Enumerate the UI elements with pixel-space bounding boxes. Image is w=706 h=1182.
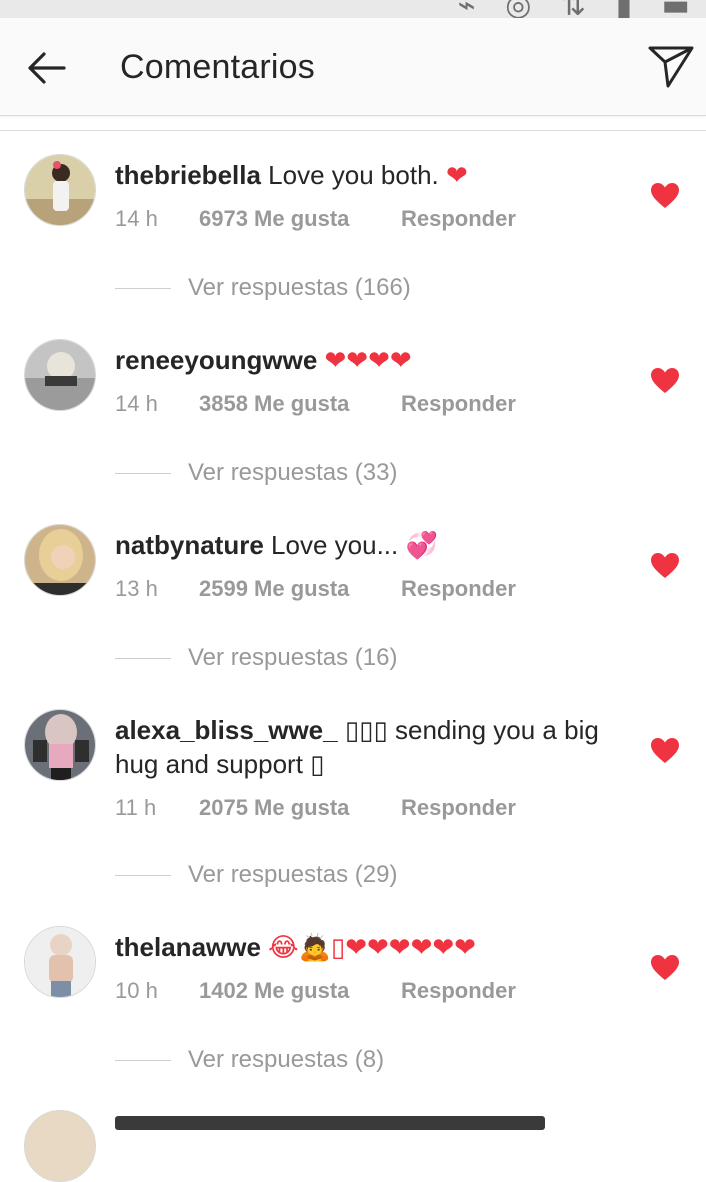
comment-text: reneeyoungwwe ❤❤❤❤ [115,343,615,377]
comment-username[interactable]: alexa_bliss_wwe_ [115,715,338,745]
app-bar: Comentarios [0,18,706,116]
like-button[interactable] [650,367,680,395]
view-replies-label: Ver respuestas (16) [188,644,398,671]
replies-divider [115,1060,171,1061]
comment-emoji: ❤ [445,160,468,190]
comment-emoji: 😂🙇▯❤❤❤❤❤❤ [268,932,476,962]
reply-button[interactable]: Responder [401,576,516,602]
replies-divider [115,473,171,474]
heart-filled-icon [651,738,679,763]
like-button[interactable] [650,737,680,765]
paper-plane-icon [648,46,694,88]
comment-time: 10 h [115,978,158,1003]
page-title: Comentarios [120,48,315,86]
status-bar: ⌁ ◎ ⇅ ▮ ▬ [0,0,706,18]
status-icons: ⌁ ◎ ⇅ ▮ ▬ [457,0,700,18]
share-button[interactable] [646,40,696,90]
replies-divider [115,875,171,876]
reply-button[interactable]: Responder [401,978,516,1004]
reply-button[interactable]: Responder [401,206,516,232]
avatar[interactable] [24,154,96,226]
avatar[interactable] [24,709,96,781]
comment-message: Love you... [271,530,399,560]
comment-likes[interactable]: 3858 Me gusta [199,391,349,417]
reply-button[interactable]: Responder [401,795,516,821]
comment-text: natbynature Love you... 💞 [115,528,615,562]
comment-time: 14 h [115,391,158,416]
comment-likes[interactable]: 1402 Me gusta [199,978,349,1004]
comment-text: thelanawwe 😂🙇▯❤❤❤❤❤❤ [115,930,615,964]
avatar[interactable] [24,524,96,596]
comment-text: alexa_bliss_wwe_ ▯▯▯ sending you a big h… [115,713,615,781]
heart-filled-icon [651,955,679,980]
heart-filled-icon [651,368,679,393]
comment-likes[interactable]: 2599 Me gusta [199,576,349,602]
comment-message: Love you both. [268,160,439,190]
comment-text: thebriebella Love you both. ❤ [115,158,615,192]
avatar[interactable] [24,1110,96,1182]
heart-filled-icon [651,183,679,208]
back-button[interactable] [24,48,70,88]
back-arrow-icon [28,52,66,84]
comment-username[interactable]: natbynature [115,530,264,560]
like-button[interactable] [650,182,680,210]
view-replies-label: Ver respuestas (29) [188,861,398,888]
comment-time: 14 h [115,206,158,231]
comment-username[interactable]: thebriebella [115,160,261,190]
comment-likes[interactable]: 2075 Me gusta [199,795,349,821]
comment-username[interactable]: reneeyoungwwe [115,345,317,375]
reply-button[interactable]: Responder [401,391,516,417]
avatar[interactable] [24,926,96,998]
heart-filled-icon [651,553,679,578]
header-divider [0,130,706,131]
comment-time: 13 h [115,576,158,601]
comment-username[interactable]: thelanawwe [115,932,261,962]
replies-divider [115,288,171,289]
view-replies-label: Ver respuestas (8) [188,1046,385,1073]
like-button[interactable] [650,954,680,982]
view-replies-label: Ver respuestas (166) [188,274,411,301]
like-button[interactable] [650,552,680,580]
replies-divider [115,658,171,659]
view-replies-label: Ver respuestas (33) [188,459,398,486]
avatar[interactable] [24,339,96,411]
comment-emoji: ❤❤❤❤ [324,345,412,375]
comment-likes[interactable]: 6973 Me gusta [199,206,349,232]
comment-text-partial [115,1116,545,1130]
comment-time: 11 h [115,795,157,820]
comment-emoji: 💞 [405,530,438,560]
